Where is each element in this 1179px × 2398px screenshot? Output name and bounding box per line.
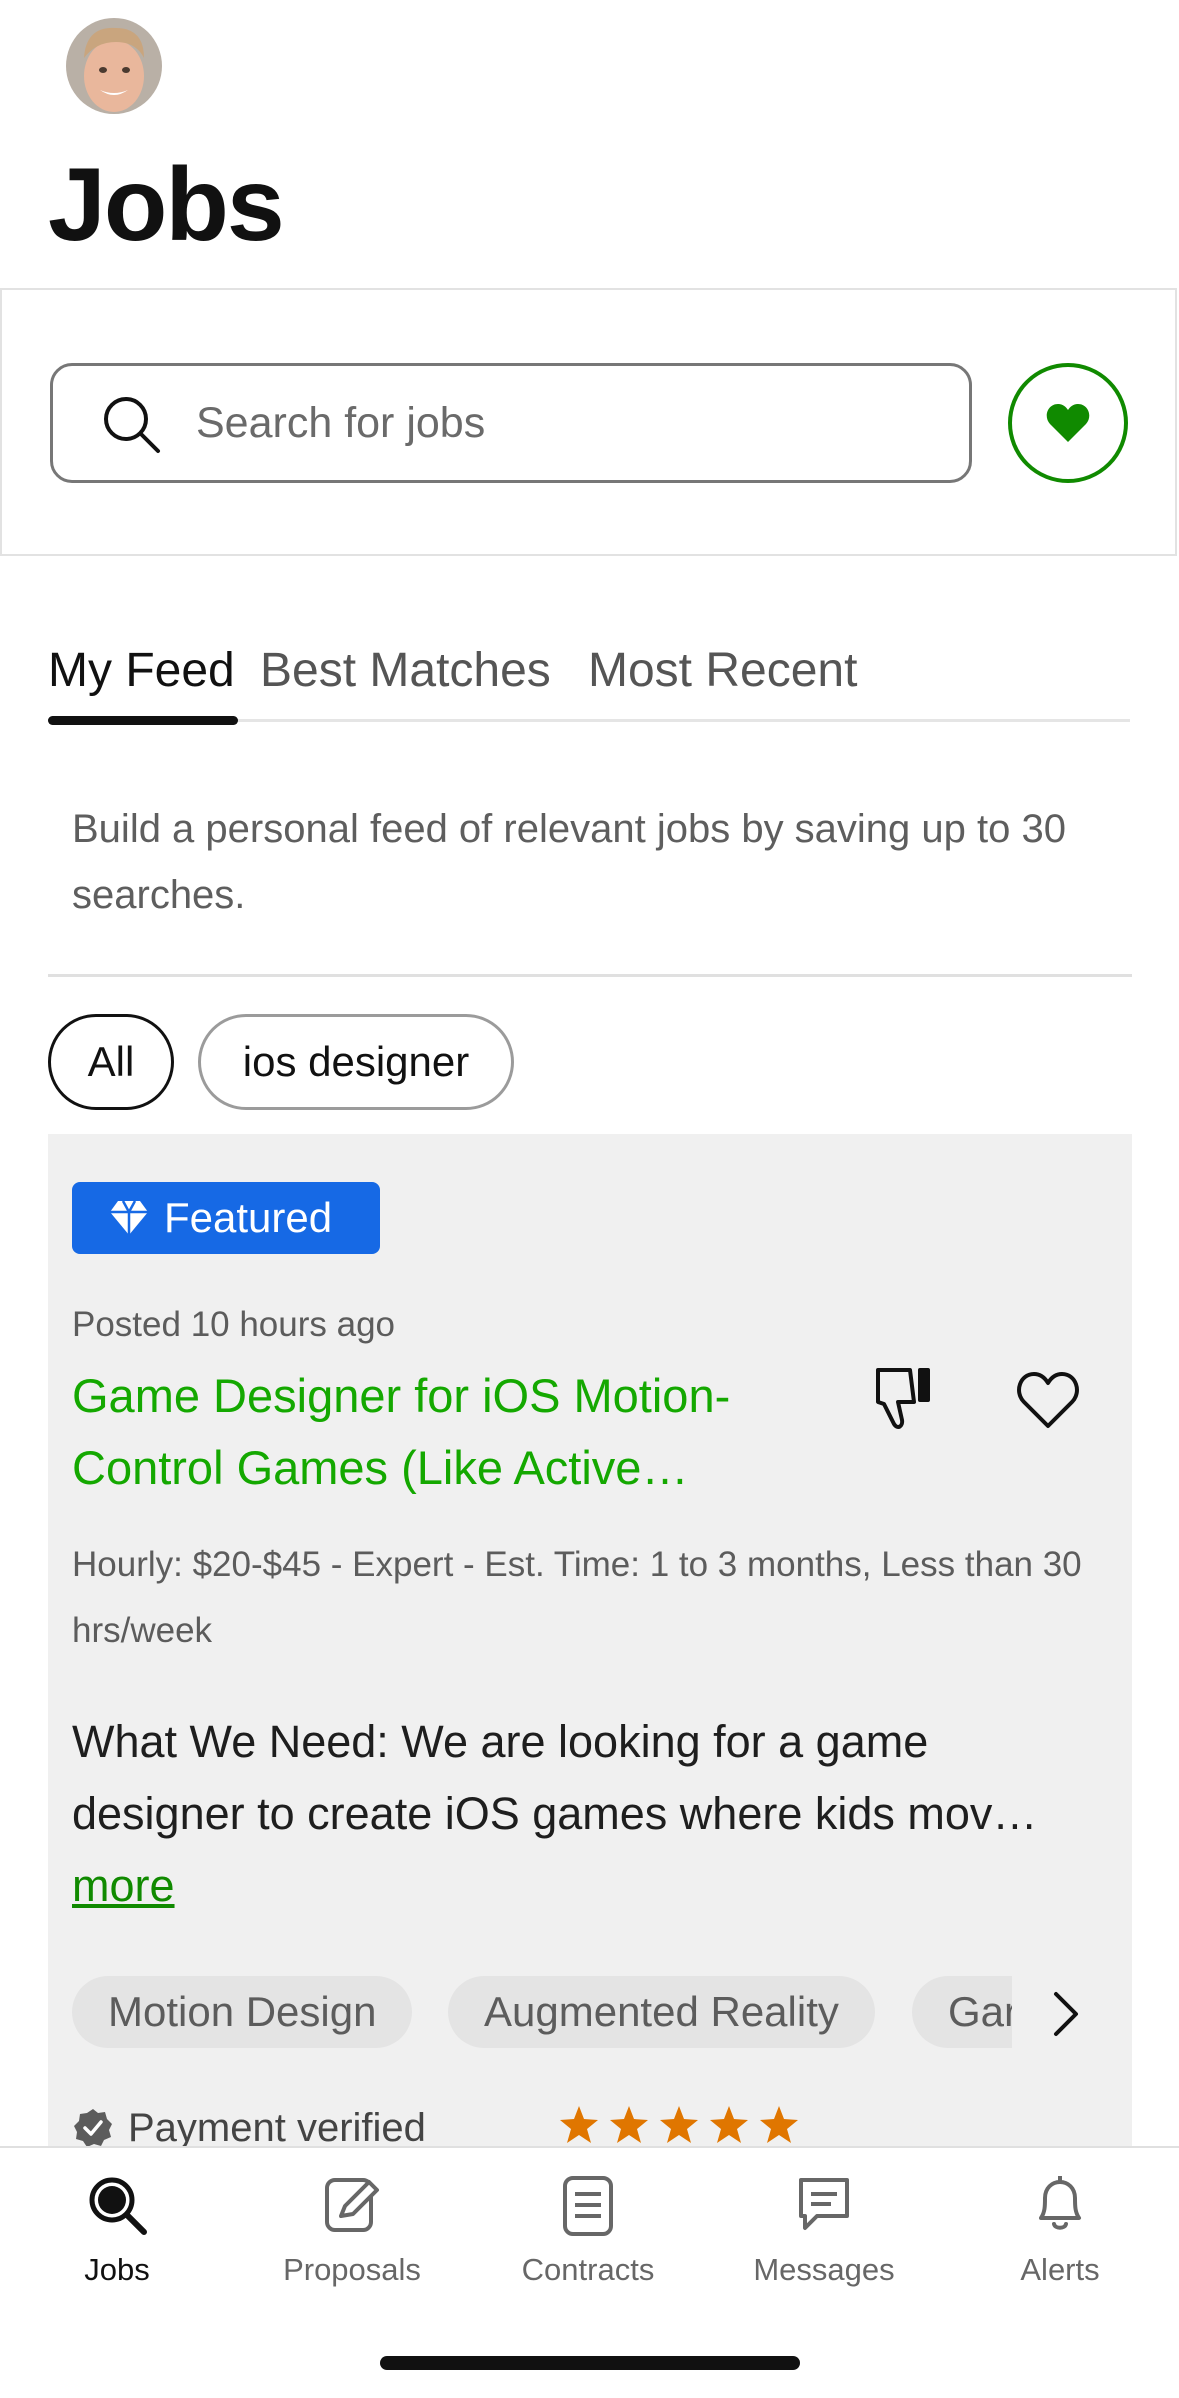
nav-jobs[interactable]: Jobs — [2, 2172, 232, 2288]
thumbs-down-icon[interactable] — [866, 1362, 940, 1436]
heart-outline-icon[interactable] — [1012, 1364, 1084, 1436]
nav-label: Jobs — [84, 2252, 150, 2287]
verified-badge-icon — [74, 2109, 112, 2147]
search-input[interactable] — [196, 386, 936, 460]
filter-chip-ios-designer[interactable]: ios designer — [198, 1014, 514, 1110]
nav-label: Contracts — [521, 2252, 655, 2287]
avatar[interactable] — [66, 18, 162, 114]
feed-hint-text: Build a personal feed of relevant jobs b… — [72, 807, 1066, 917]
nav-proposals[interactable]: Proposals — [237, 2172, 467, 2288]
star-icon — [610, 2106, 648, 2143]
nav-label: Proposals — [283, 2252, 421, 2287]
message-icon — [799, 2178, 849, 2230]
featured-label: Featured — [164, 1194, 333, 1241]
star-icon — [560, 2106, 598, 2143]
more-link[interactable]: more — [72, 1850, 175, 1922]
job-title-link[interactable]: Game Designer for iOS Motion-Control Gam… — [72, 1360, 832, 1504]
star-icon — [660, 2106, 698, 2143]
tab-best-matches[interactable]: Best Matches — [260, 635, 551, 707]
section-divider — [48, 974, 1132, 977]
skill-tag: Gar — [912, 1976, 1012, 2048]
job-terms: Hourly: $20-$45 - Expert - Est. Time: 1 … — [72, 1545, 1082, 1650]
client-rating — [558, 2104, 800, 2146]
nav-alerts[interactable]: Alerts — [945, 2172, 1175, 2288]
nav-messages[interactable]: Messages — [709, 2172, 939, 2288]
active-tab-indicator — [48, 716, 238, 725]
heart-filled-icon — [1046, 404, 1090, 442]
nav-label: Alerts — [1020, 2252, 1100, 2287]
saved-jobs-button[interactable] — [1008, 363, 1128, 483]
star-icon — [710, 2106, 748, 2143]
proposal-icon — [325, 2178, 379, 2232]
job-description: What We Need: We are looking for a game … — [72, 1716, 1038, 1839]
skill-tag[interactable]: Motion Design — [72, 1976, 413, 2048]
diamond-icon — [110, 1200, 148, 1235]
skill-tag-clipped[interactable]: Gar — [912, 1976, 1012, 2048]
search-icon — [89, 2177, 147, 2235]
nav-label: Messages — [753, 2252, 895, 2287]
feed-tabs: My Feed Best Matches Most Recent — [48, 635, 1130, 725]
home-indicator — [380, 2356, 800, 2370]
skill-tag[interactable]: Augmented Reality — [448, 1976, 875, 2048]
filter-chip-all[interactable]: All — [48, 1014, 174, 1110]
posted-time: Posted 10 hours ago — [72, 1305, 396, 1344]
tab-most-recent[interactable]: Most Recent — [588, 635, 857, 707]
star-icon — [760, 2106, 798, 2143]
profile-photo — [66, 18, 162, 114]
page-title: Jobs — [48, 147, 285, 263]
featured-badge: Featured — [72, 1182, 380, 1254]
bell-icon — [1039, 2176, 1081, 2230]
nav-contracts[interactable]: Contracts — [473, 2172, 703, 2288]
search-icon — [104, 397, 160, 453]
tab-my-feed[interactable]: My Feed — [48, 635, 235, 707]
chevron-right-icon[interactable] — [1040, 1986, 1090, 2042]
payment-verified-label: Payment verified — [128, 2105, 426, 2150]
contract-icon — [563, 2176, 613, 2236]
